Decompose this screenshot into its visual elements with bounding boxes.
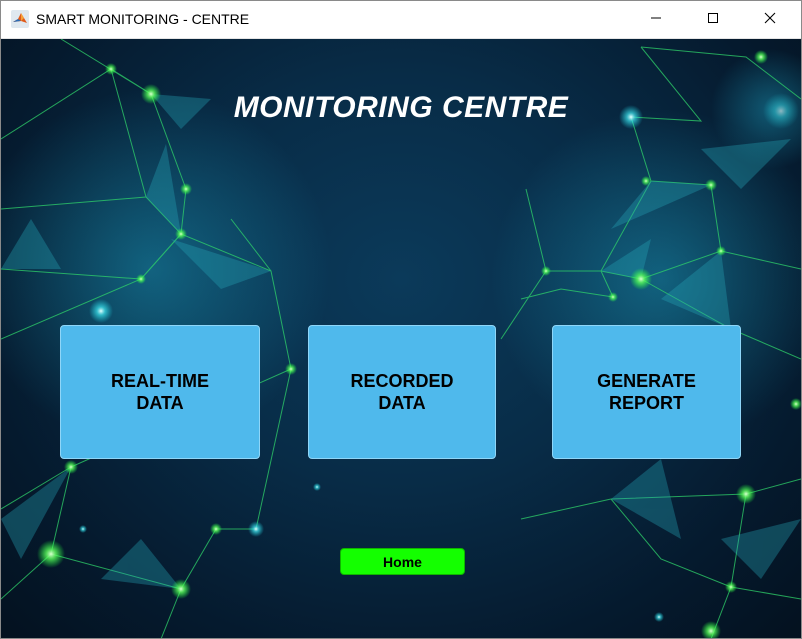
minimize-icon [650,11,662,29]
app-content: MONITORING CENTRE REAL-TIME DATA RECORDE… [1,39,801,638]
close-button[interactable] [747,1,793,38]
minimize-button[interactable] [633,1,679,38]
matlab-icon [11,10,29,28]
generate-report-button[interactable]: GENERATE REPORT [552,325,741,459]
home-button[interactable]: Home [340,548,465,575]
page-title: MONITORING CENTRE [233,91,569,124]
app-window: SMART MONITORING - CENTRE MONITORING CEN… [0,0,802,639]
recorded-data-button[interactable]: RECORDED DATA [308,325,496,459]
title-bar[interactable]: SMART MONITORING - CENTRE [1,1,801,39]
maximize-icon [707,11,719,29]
maximize-button[interactable] [690,1,736,38]
window-title: SMART MONITORING - CENTRE [36,11,250,27]
real-time-data-button[interactable]: REAL-TIME DATA [60,325,260,459]
close-icon [764,11,776,29]
